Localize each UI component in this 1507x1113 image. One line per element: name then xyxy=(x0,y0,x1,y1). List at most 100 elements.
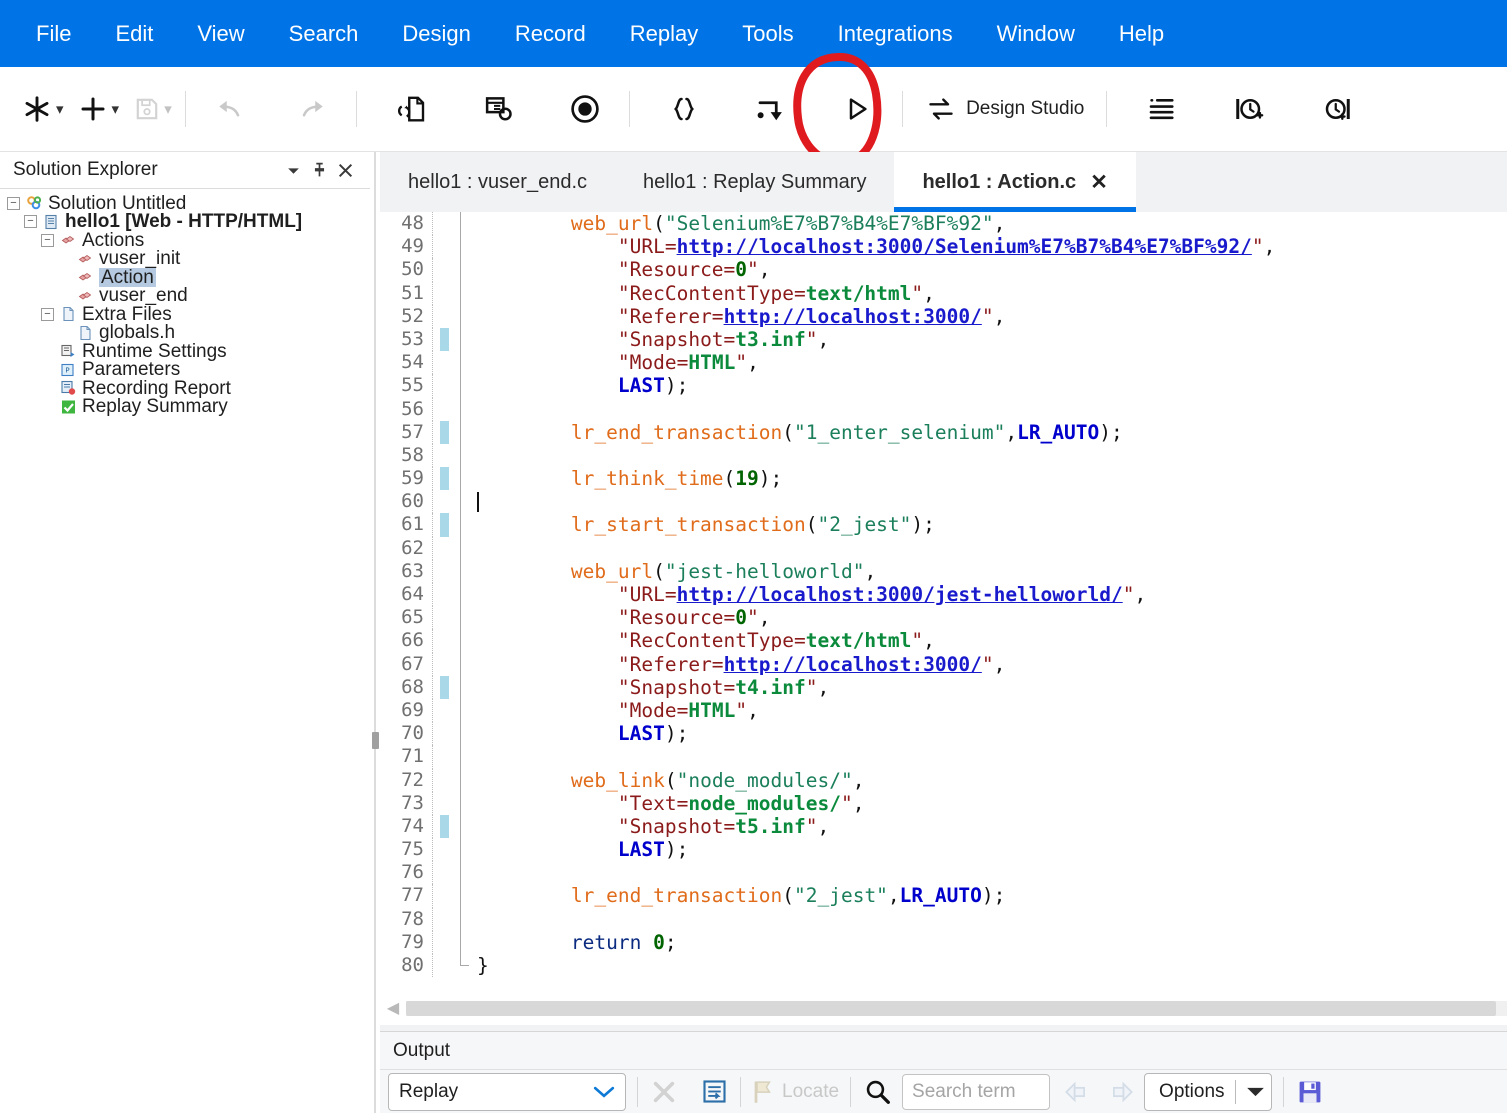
tab-vuser-end[interactable]: hello1 : vuser_end.c xyxy=(380,152,615,212)
code-line[interactable]: 49 "URL=http://localhost:3000/Selenium%E… xyxy=(380,235,1507,259)
code-line[interactable]: 58 xyxy=(380,443,1507,468)
splitter-grip[interactable] xyxy=(372,732,379,749)
code-line[interactable]: 59 lr_think_time(19); xyxy=(380,467,1507,491)
replay-button[interactable] xyxy=(836,85,876,133)
tree-item-runtime-settings[interactable]: Runtime Settings xyxy=(0,342,370,361)
menu-item-window[interactable]: Window xyxy=(975,0,1097,67)
code-line[interactable]: 74 "Snapshot=t5.inf", xyxy=(380,814,1507,839)
tree-collapse-toggle[interactable]: − xyxy=(7,196,20,210)
code-line[interactable]: 73 "Text=node_modules/", xyxy=(380,791,1507,815)
vertical-splitter[interactable] xyxy=(370,152,380,1113)
search-input[interactable]: Search term xyxy=(902,1073,1051,1110)
code-line[interactable]: 80} xyxy=(380,954,1507,978)
code-line[interactable]: 62 xyxy=(380,536,1507,560)
design-studio-button[interactable]: Design Studio xyxy=(927,85,1084,133)
menu-item-search[interactable]: Search xyxy=(267,0,381,67)
code-line[interactable]: 63 web_url("jest-helloworld", xyxy=(380,559,1507,583)
compare-script-button[interactable] xyxy=(393,85,433,133)
code-line[interactable]: 79 return 0; xyxy=(380,930,1507,954)
tree-item-parameters[interactable]: P Parameters xyxy=(0,360,370,379)
code-line[interactable]: 52 "Referer=http://localhost:3000/", xyxy=(380,304,1507,328)
menu-item-help[interactable]: Help xyxy=(1097,0,1186,67)
scrollbar-track[interactable] xyxy=(406,1000,1507,1016)
save-output-button[interactable] xyxy=(1295,1075,1325,1109)
scroll-left-arrow-icon[interactable]: ◀ xyxy=(380,991,406,1025)
code-line[interactable]: 56 xyxy=(380,397,1507,421)
tree-item-recording-report[interactable]: Recording Report xyxy=(0,379,370,398)
menu-item-file[interactable]: File xyxy=(14,0,93,67)
indent-button[interactable] xyxy=(1141,85,1181,133)
code-line[interactable]: 76 xyxy=(380,861,1507,885)
word-wrap-button[interactable] xyxy=(699,1075,729,1109)
chevron-down-icon[interactable] xyxy=(1246,1086,1265,1098)
code-line[interactable]: 69 "Mode=HTML", xyxy=(380,698,1507,723)
close-icon[interactable]: ✕ xyxy=(1090,172,1108,193)
code-line[interactable]: 54 "Mode=HTML", xyxy=(380,351,1507,375)
code-line[interactable]: 75 LAST); xyxy=(380,838,1507,862)
tab-action-c[interactable]: hello1 : Action.c ✕ xyxy=(894,152,1137,212)
code-token[interactable]: http://localhost:3000/ xyxy=(724,653,982,676)
menu-item-tools[interactable]: Tools xyxy=(720,0,815,67)
options-button[interactable]: Options xyxy=(1144,1072,1272,1111)
code-line[interactable]: 64 "URL=http://localhost:3000/jest-hello… xyxy=(380,583,1507,607)
tree-item-extra-files[interactable]: − Extra Files xyxy=(0,305,370,324)
menu-item-replay[interactable]: Replay xyxy=(608,0,720,67)
menu-item-record[interactable]: Record xyxy=(493,0,608,67)
chevron-down-icon[interactable] xyxy=(593,1085,615,1099)
code-token[interactable]: http://localhost:3000/Selenium%E7%B7%B4%… xyxy=(677,235,1252,258)
code-line[interactable]: 70 LAST); xyxy=(380,722,1507,746)
tree-item-vuser-init[interactable]: vuser_init xyxy=(0,249,370,268)
menu-item-edit[interactable]: Edit xyxy=(93,0,175,67)
code-line[interactable]: 72 web_link("node_modules/", xyxy=(380,768,1507,792)
tree-collapse-toggle[interactable]: − xyxy=(41,307,54,321)
tree-item-globals-h[interactable]: globals.h xyxy=(0,323,370,342)
code-line[interactable]: 55 LAST); xyxy=(380,374,1507,398)
code-line[interactable]: 57 lr_end_transaction("1_enter_selenium"… xyxy=(380,420,1507,444)
scrollbar-thumb[interactable] xyxy=(406,1000,1496,1016)
step-into-button[interactable] xyxy=(750,85,790,133)
tree-collapse-toggle[interactable]: − xyxy=(24,215,37,229)
output-source-select[interactable]: Replay xyxy=(388,1072,626,1111)
code-line[interactable]: 48 web_url("Selenium%E7%B7%B4%E7%BF%92", xyxy=(380,212,1507,236)
tree-item-solution-untitled[interactable]: − Solution Untitled xyxy=(0,194,370,213)
tree-item-hello1-web-http-html[interactable]: − hello1 [Web - HTTP/HTML] xyxy=(0,212,370,231)
tab-replay-summary[interactable]: hello1 : Replay Summary xyxy=(615,152,894,212)
code-editor[interactable]: 48 web_url("Selenium%E7%B7%B4%E7%BF%92",… xyxy=(380,212,1507,1025)
regenerate-script-button[interactable] xyxy=(479,85,519,133)
code-line[interactable]: 65 "Resource=0", xyxy=(380,606,1507,630)
tree-item-replay-summary[interactable]: Replay Summary xyxy=(0,397,370,416)
chevron-down-icon[interactable]: ▾ xyxy=(56,102,64,117)
think-time-start-button[interactable] xyxy=(1229,85,1269,133)
tree-item-vuser-end[interactable]: vuser_end xyxy=(0,286,370,305)
menu-item-design[interactable]: Design xyxy=(380,0,492,67)
menu-item-integrations[interactable]: Integrations xyxy=(816,0,975,67)
add-button[interactable]: ▾ xyxy=(78,85,120,133)
code-line[interactable]: 67 "Referer=http://localhost:3000/", xyxy=(380,652,1507,676)
chevron-down-icon[interactable]: ▾ xyxy=(112,102,120,117)
code-token[interactable]: http://localhost:3000/ xyxy=(724,305,982,328)
think-time-end-button[interactable] xyxy=(1317,85,1357,133)
code-token[interactable]: http://localhost:3000/jest-helloworld/ xyxy=(677,583,1123,606)
close-icon[interactable] xyxy=(332,157,358,183)
new-script-button[interactable]: ▾ xyxy=(22,85,64,133)
find-button[interactable] xyxy=(862,1075,892,1109)
code-line[interactable]: 68 "Snapshot=t4.inf", xyxy=(380,675,1507,699)
code-line[interactable]: 60 xyxy=(380,490,1507,514)
code-line[interactable]: 77 lr_end_transaction("2_jest",LR_AUTO); xyxy=(380,884,1507,908)
code-line[interactable]: 66 "RecContentType=text/html", xyxy=(380,629,1507,653)
pin-icon[interactable] xyxy=(306,157,332,183)
code-line[interactable]: 61 lr_start_transaction("2_jest"); xyxy=(380,513,1507,537)
code-line[interactable]: 50 "Resource=0", xyxy=(380,258,1507,282)
code-line[interactable]: 78 xyxy=(380,907,1507,931)
tree-item-action[interactable]: Action xyxy=(0,267,370,287)
braces-button[interactable] xyxy=(664,85,704,133)
code-line[interactable]: 71 xyxy=(380,745,1507,769)
record-button[interactable] xyxy=(565,85,605,133)
tree-item-actions[interactable]: − Actions xyxy=(0,231,370,250)
dropdown-menu-icon[interactable] xyxy=(280,157,306,183)
tree-collapse-toggle[interactable]: − xyxy=(41,233,54,247)
code-line[interactable]: 53 "Snapshot=t3.inf", xyxy=(380,327,1507,352)
editor-horizontal-scrollbar[interactable]: ◀ xyxy=(380,991,1507,1025)
menu-item-view[interactable]: View xyxy=(175,0,266,67)
code-line[interactable]: 51 "RecContentType=text/html", xyxy=(380,281,1507,305)
